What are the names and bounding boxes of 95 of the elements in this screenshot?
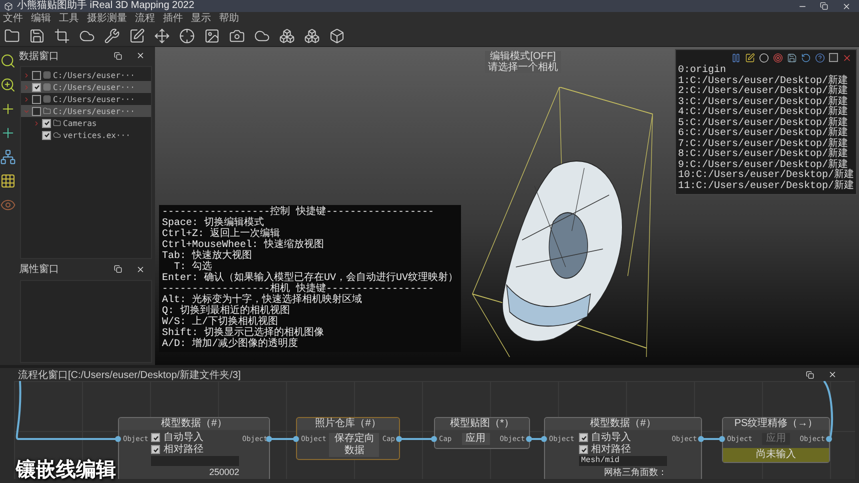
menu-item[interactable]: 摄影测量 bbox=[87, 12, 127, 25]
camera-icon[interactable] bbox=[229, 28, 245, 44]
port-dot[interactable] bbox=[293, 436, 299, 442]
mode-status: 编辑模式[OFF] bbox=[490, 51, 556, 62]
checkbox[interactable] bbox=[32, 82, 41, 92]
save-icon bbox=[787, 53, 797, 64]
port-dot[interactable] bbox=[719, 436, 725, 442]
boxes-icon[interactable] bbox=[304, 28, 320, 44]
connector-line bbox=[270, 438, 294, 440]
cube-icon[interactable] bbox=[329, 28, 345, 44]
checkbox[interactable] bbox=[32, 70, 41, 80]
connector-line bbox=[400, 438, 432, 440]
connector-line bbox=[702, 438, 720, 440]
checkbox[interactable] bbox=[42, 118, 51, 128]
rotate-icon bbox=[801, 53, 811, 64]
node-title: 模型数据（#） bbox=[545, 418, 701, 430]
port-dot[interactable] bbox=[115, 436, 121, 442]
panel-title: 流程化窗口[C:/Users/euser/Desktop/新建文件夹/3] bbox=[18, 368, 242, 382]
grid-square-icon bbox=[43, 95, 51, 104]
folder-icon bbox=[43, 107, 51, 116]
shortcut-help-line: Q: 切换到最相近的相机视图 bbox=[162, 306, 292, 318]
node-title: 照片仓库（#） bbox=[297, 418, 399, 430]
node-button[interactable]: 保存定向数据 bbox=[329, 433, 380, 458]
circle-icon bbox=[759, 53, 769, 64]
status-bar: 尚未输入 bbox=[723, 448, 829, 462]
subtitle-caption: 镶嵌线编辑 bbox=[16, 458, 116, 480]
grid-square-icon bbox=[43, 71, 51, 80]
node-title: 模型数据（#） bbox=[119, 418, 269, 430]
help-icon bbox=[815, 53, 825, 64]
edit-icon bbox=[745, 53, 755, 64]
checkbox[interactable] bbox=[32, 106, 41, 116]
checkbox[interactable]: 自动导入 bbox=[579, 432, 631, 444]
grid-square-icon bbox=[43, 83, 51, 92]
checkmark-icon bbox=[34, 84, 40, 90]
tree-label: C:/Users/euser··· bbox=[53, 82, 135, 92]
zoom-icon[interactable] bbox=[0, 77, 16, 94]
node-text: 网格三角面数： bbox=[604, 467, 667, 478]
window-title: 小熊猫贴图助手 iReal 3D Mapping 2022 bbox=[17, 0, 196, 12]
tree-item[interactable]: C:/Users/euser··· bbox=[21, 81, 151, 94]
tree-label: C:/Users/euser··· bbox=[53, 106, 135, 116]
grid-icon[interactable] bbox=[0, 173, 16, 190]
camera-list-item[interactable]: 11:C:/Users/euser/Desktop/新建 bbox=[678, 182, 854, 192]
port-dot[interactable] bbox=[266, 436, 272, 442]
close-icon bbox=[842, 53, 852, 64]
menu-item[interactable]: 插件 bbox=[163, 12, 183, 25]
port-dot[interactable] bbox=[541, 436, 547, 442]
crosshair-icon[interactable] bbox=[179, 28, 195, 44]
checkbox[interactable]: 相对路径 bbox=[579, 444, 631, 456]
checkbox[interactable]: 相对路径 bbox=[151, 444, 204, 456]
app-logo-icon bbox=[4, 2, 13, 10]
crop-icon[interactable] bbox=[54, 28, 70, 44]
menu-item[interactable]: 流程 bbox=[135, 12, 155, 25]
edit-icon[interactable] bbox=[129, 28, 145, 44]
hint-text: 请选择一个相机 bbox=[488, 62, 558, 74]
panel-title: 属性窗口 bbox=[19, 262, 60, 276]
target-icon bbox=[773, 53, 783, 64]
checkbox[interactable]: 自动导入 bbox=[151, 432, 204, 444]
wrench-icon[interactable] bbox=[104, 28, 120, 44]
checkbox[interactable] bbox=[32, 94, 41, 104]
node-title: 模型贴图（*） bbox=[435, 418, 529, 430]
search-icon[interactable] bbox=[0, 53, 16, 70]
panel-title: 数据窗口 bbox=[19, 50, 60, 63]
tree-item[interactable]: C:/Users/euser··· bbox=[21, 69, 151, 82]
shortcut-help-line: T: 勾选 bbox=[174, 262, 212, 274]
checkbox[interactable] bbox=[42, 130, 51, 140]
tree-label: vertices.ex··· bbox=[63, 130, 130, 140]
menu-item[interactable]: 编辑 bbox=[31, 12, 51, 25]
menu-item[interactable]: 帮助 bbox=[219, 12, 239, 25]
node-button[interactable]: 应用 bbox=[462, 433, 490, 446]
tree-label: C:/Users/euser··· bbox=[53, 70, 135, 80]
save-icon[interactable] bbox=[29, 28, 45, 44]
menu-item[interactable]: 显示 bbox=[191, 12, 211, 25]
shortcut-help-line: A/D: 增加/减少图像的透明度 bbox=[162, 339, 300, 350]
tree-label: C:/Users/euser··· bbox=[53, 94, 135, 104]
pause-icon bbox=[731, 53, 741, 64]
3d-viewport[interactable] bbox=[155, 47, 859, 366]
menu-item[interactable]: 文件 bbox=[3, 12, 23, 25]
boxes-icon[interactable] bbox=[279, 28, 295, 44]
node-title: PS纹理精修（→） bbox=[723, 418, 829, 430]
network-icon[interactable] bbox=[0, 149, 16, 166]
node-text: 250002 bbox=[209, 467, 240, 478]
folder-icon[interactable] bbox=[4, 28, 20, 44]
tree-item[interactable]: Cameras bbox=[21, 117, 151, 130]
folder-icon bbox=[53, 119, 61, 128]
tree-item[interactable]: vertices.ex··· bbox=[21, 129, 151, 142]
move-icon[interactable] bbox=[154, 28, 170, 44]
menu-item[interactable]: 工具 bbox=[59, 12, 79, 25]
tree-item[interactable]: C:/Users/euser··· bbox=[21, 93, 151, 106]
image-icon[interactable] bbox=[204, 28, 220, 44]
cloud-icon bbox=[53, 131, 61, 140]
connector-line bbox=[530, 438, 542, 440]
tree-item[interactable]: C:/Users/euser··· bbox=[21, 105, 151, 118]
tree-label: Cameras bbox=[63, 118, 97, 128]
port-dot[interactable] bbox=[431, 436, 437, 442]
input-field[interactable]: Mesh/mid bbox=[579, 456, 667, 466]
